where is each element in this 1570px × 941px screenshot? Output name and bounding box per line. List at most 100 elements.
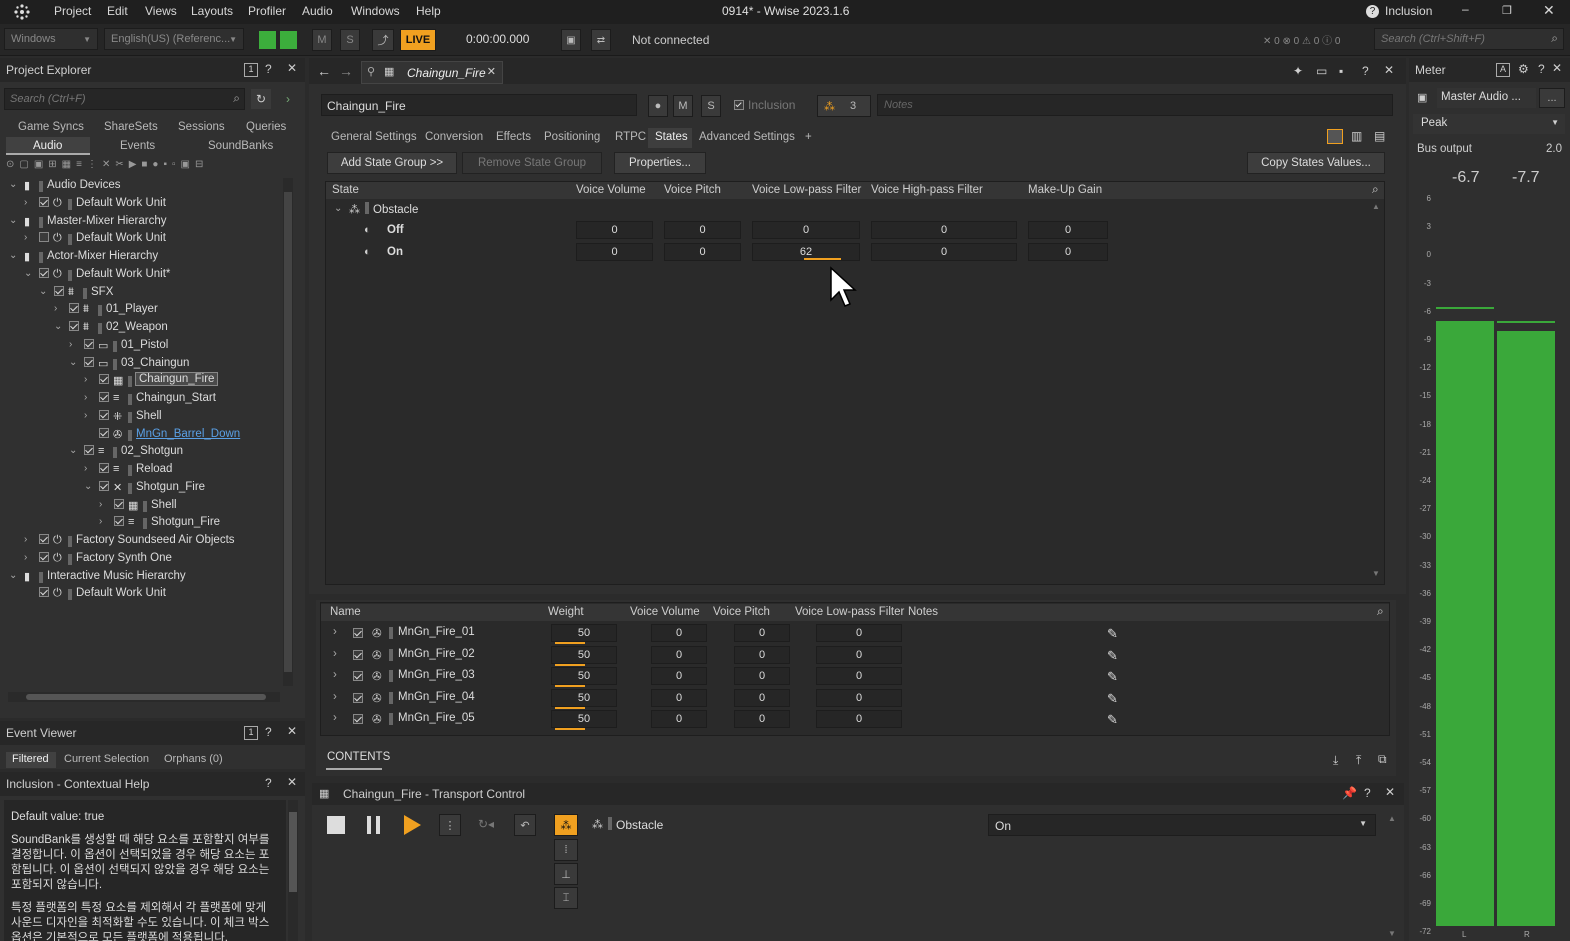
language-select[interactable]: English(US) (Referenc... ▼ — [104, 28, 244, 50]
pin-icon[interactable]: 1 — [244, 63, 258, 77]
live-button[interactable]: LIVE — [400, 29, 436, 51]
tree-item[interactable]: ⌄ ▮ Master-Mixer Hierarchy — [6, 214, 282, 231]
connect-icon[interactable]: ⇄ — [591, 29, 611, 51]
mode-select[interactable]: Peak ▼ — [1413, 114, 1565, 134]
chevron-right-icon[interactable]: › — [84, 374, 87, 385]
trigger-mode-icon[interactable]: ⌶ — [554, 887, 578, 909]
minimize-icon[interactable]: – — [1462, 2, 1469, 16]
explorer-search-input[interactable]: Search (Ctrl+F) ⌕ — [4, 88, 245, 110]
chevron-down-icon[interactable]: ⌄ — [334, 203, 342, 214]
voice-lpf-cell[interactable]: 0 — [816, 688, 902, 707]
chevron-right-icon[interactable]: › — [99, 516, 102, 527]
tree-item[interactable]: ⌄ ▭ 03_Chaingun — [6, 356, 282, 373]
inclusion-checkbox[interactable] — [39, 267, 49, 278]
back-arrow-icon[interactable]: ← — [317, 63, 331, 79]
chevron-down-icon[interactable]: ⌄ — [9, 179, 17, 190]
tree-hscrollbar[interactable] — [8, 692, 280, 702]
layout-split-icon[interactable]: ▥ — [1351, 129, 1362, 143]
tab-orphans[interactable]: Orphans (0) — [164, 753, 223, 765]
stop-button[interactable] — [327, 816, 345, 834]
tree-item[interactable]: ⌄ ▮ Interactive Music Hierarchy — [6, 569, 282, 586]
help-icon[interactable]: ? — [265, 776, 272, 790]
column-header[interactable]: Notes — [908, 606, 938, 618]
inclusion-checkbox[interactable] — [99, 427, 109, 438]
voice-pitch-cell[interactable]: 0 — [734, 645, 790, 664]
weight-cell[interactable]: 50 — [551, 645, 617, 664]
voice-lpf-cell[interactable]: 0 — [816, 667, 902, 685]
voice-lpf-cell[interactable]: 0 — [816, 624, 902, 642]
voice-pitch-cell[interactable]: 0 — [734, 667, 790, 685]
column-header[interactable]: Voice Volume — [630, 606, 700, 618]
search-icon[interactable]: ⌕ — [1377, 604, 1384, 619]
voice-lpf-cell[interactable]: 0 — [816, 710, 902, 728]
layout-stack-icon[interactable]: ▤ — [1374, 129, 1385, 143]
tab-conversion[interactable]: Conversion — [425, 131, 483, 143]
close-icon[interactable]: ✕ — [1543, 2, 1555, 19]
menu-views[interactable]: Views — [145, 4, 177, 18]
table-row[interactable]: › ✇ MnGn_Fire_04 50 0 0 0 ✎ — [321, 688, 1371, 709]
help-icon[interactable]: ? — [265, 62, 272, 76]
tab-audio-active[interactable]: Audio — [6, 137, 90, 155]
tab-soundbanks[interactable]: SoundBanks — [208, 140, 273, 152]
tree-item[interactable]: ⌄ ⏻ Default Work Unit* — [6, 267, 282, 284]
tree-item[interactable]: ✇ MnGn_Barrel_Down — [6, 427, 282, 444]
help-icon[interactable]: ? — [1366, 5, 1379, 18]
edit-notes-icon[interactable]: ✎ — [1107, 669, 1118, 685]
inclusion-checkbox[interactable] — [99, 374, 109, 385]
refresh-icon[interactable]: ↻ — [251, 89, 271, 109]
voice-lpf-cell[interactable]: 0 — [816, 645, 902, 664]
column-header[interactable]: Voice Pitch — [713, 606, 770, 618]
mute-button[interactable]: M — [312, 29, 332, 51]
chevron-right-icon[interactable]: › — [333, 712, 337, 724]
chevron-right-icon[interactable]: › — [24, 534, 27, 545]
menu-windows[interactable]: Windows — [351, 4, 400, 18]
column-header[interactable]: Voice Volume — [576, 184, 646, 196]
column-header[interactable]: Voice Low-pass Filter — [795, 606, 904, 618]
inclusion-checkbox[interactable] — [353, 649, 363, 660]
properties-button[interactable]: Properties... — [614, 152, 706, 174]
tab-events[interactable]: Events — [120, 140, 155, 152]
chevron-right-icon[interactable]: › — [333, 691, 337, 703]
download-icon[interactable]: ⤓ — [1333, 753, 1338, 768]
folder-icon[interactable]: ▭ — [1316, 64, 1327, 78]
chevron-down-icon[interactable]: ⌄ — [9, 570, 17, 581]
remove-state-group-button[interactable]: Remove State Group — [462, 152, 602, 174]
green-square-icon[interactable] — [280, 31, 297, 49]
rtpc-mode-icon[interactable]: ⊥ — [554, 863, 578, 885]
help-scrollbar[interactable] — [288, 800, 298, 941]
tree-item[interactable]: › ≡ Shotgun_Fire — [6, 515, 282, 532]
editor-tab[interactable]: ⚲ ▦ Chaingun_Fire ✕ — [361, 61, 503, 84]
column-header[interactable]: Weight — [548, 606, 584, 618]
menu-project[interactable]: Project — [54, 4, 91, 18]
voice-pitch-cell[interactable]: 0 — [734, 688, 790, 707]
states-mode-icon[interactable]: ⁂ — [554, 814, 578, 836]
inclusion-checkbox[interactable] — [39, 551, 49, 562]
menu-layouts[interactable]: Layouts — [191, 4, 233, 18]
mute-button[interactable]: M — [673, 95, 693, 117]
chevron-down-icon[interactable]: ⌄ — [54, 321, 62, 332]
tree-item[interactable]: ⌄ ▮ Actor-Mixer Hierarchy — [6, 249, 282, 266]
state-select[interactable]: On ▼ — [988, 814, 1376, 836]
help-icon[interactable]: ? — [1538, 62, 1545, 76]
column-header[interactable]: Voice Low-pass Filter — [752, 184, 861, 196]
loop-icon[interactable]: ↻◂ — [478, 817, 494, 831]
tree-item[interactable]: ⌄ ⩩ 02_Weapon — [6, 320, 282, 337]
wwise-logo-icon[interactable] — [13, 3, 31, 21]
gear-icon[interactable]: ⚙ — [1518, 62, 1529, 76]
tab-sharesets[interactable]: ShareSets — [104, 121, 158, 133]
forward-arrow-icon[interactable]: → — [339, 63, 353, 79]
layout-single-icon[interactable] — [1327, 129, 1343, 144]
device-select[interactable]: Master Audio ... — [1437, 88, 1536, 108]
inclusion-checkbox[interactable] — [69, 303, 79, 314]
color-icon[interactable]: ● — [648, 95, 668, 117]
column-header[interactable]: State — [332, 184, 359, 196]
chevron-right-icon[interactable]: › — [54, 303, 57, 314]
property-value-cell[interactable]: 0 — [752, 221, 860, 239]
tab-sessions[interactable]: Sessions — [178, 121, 225, 133]
voice-pitch-cell[interactable]: 0 — [734, 710, 790, 728]
tree-item[interactable]: › ≡ Chaingun_Start — [6, 391, 282, 408]
help-icon[interactable]: ? — [1364, 786, 1371, 800]
property-value-cell[interactable]: 0 — [664, 242, 741, 261]
inclusion-checkbox[interactable] — [69, 321, 79, 331]
inclusion-checkbox[interactable] — [353, 628, 363, 638]
